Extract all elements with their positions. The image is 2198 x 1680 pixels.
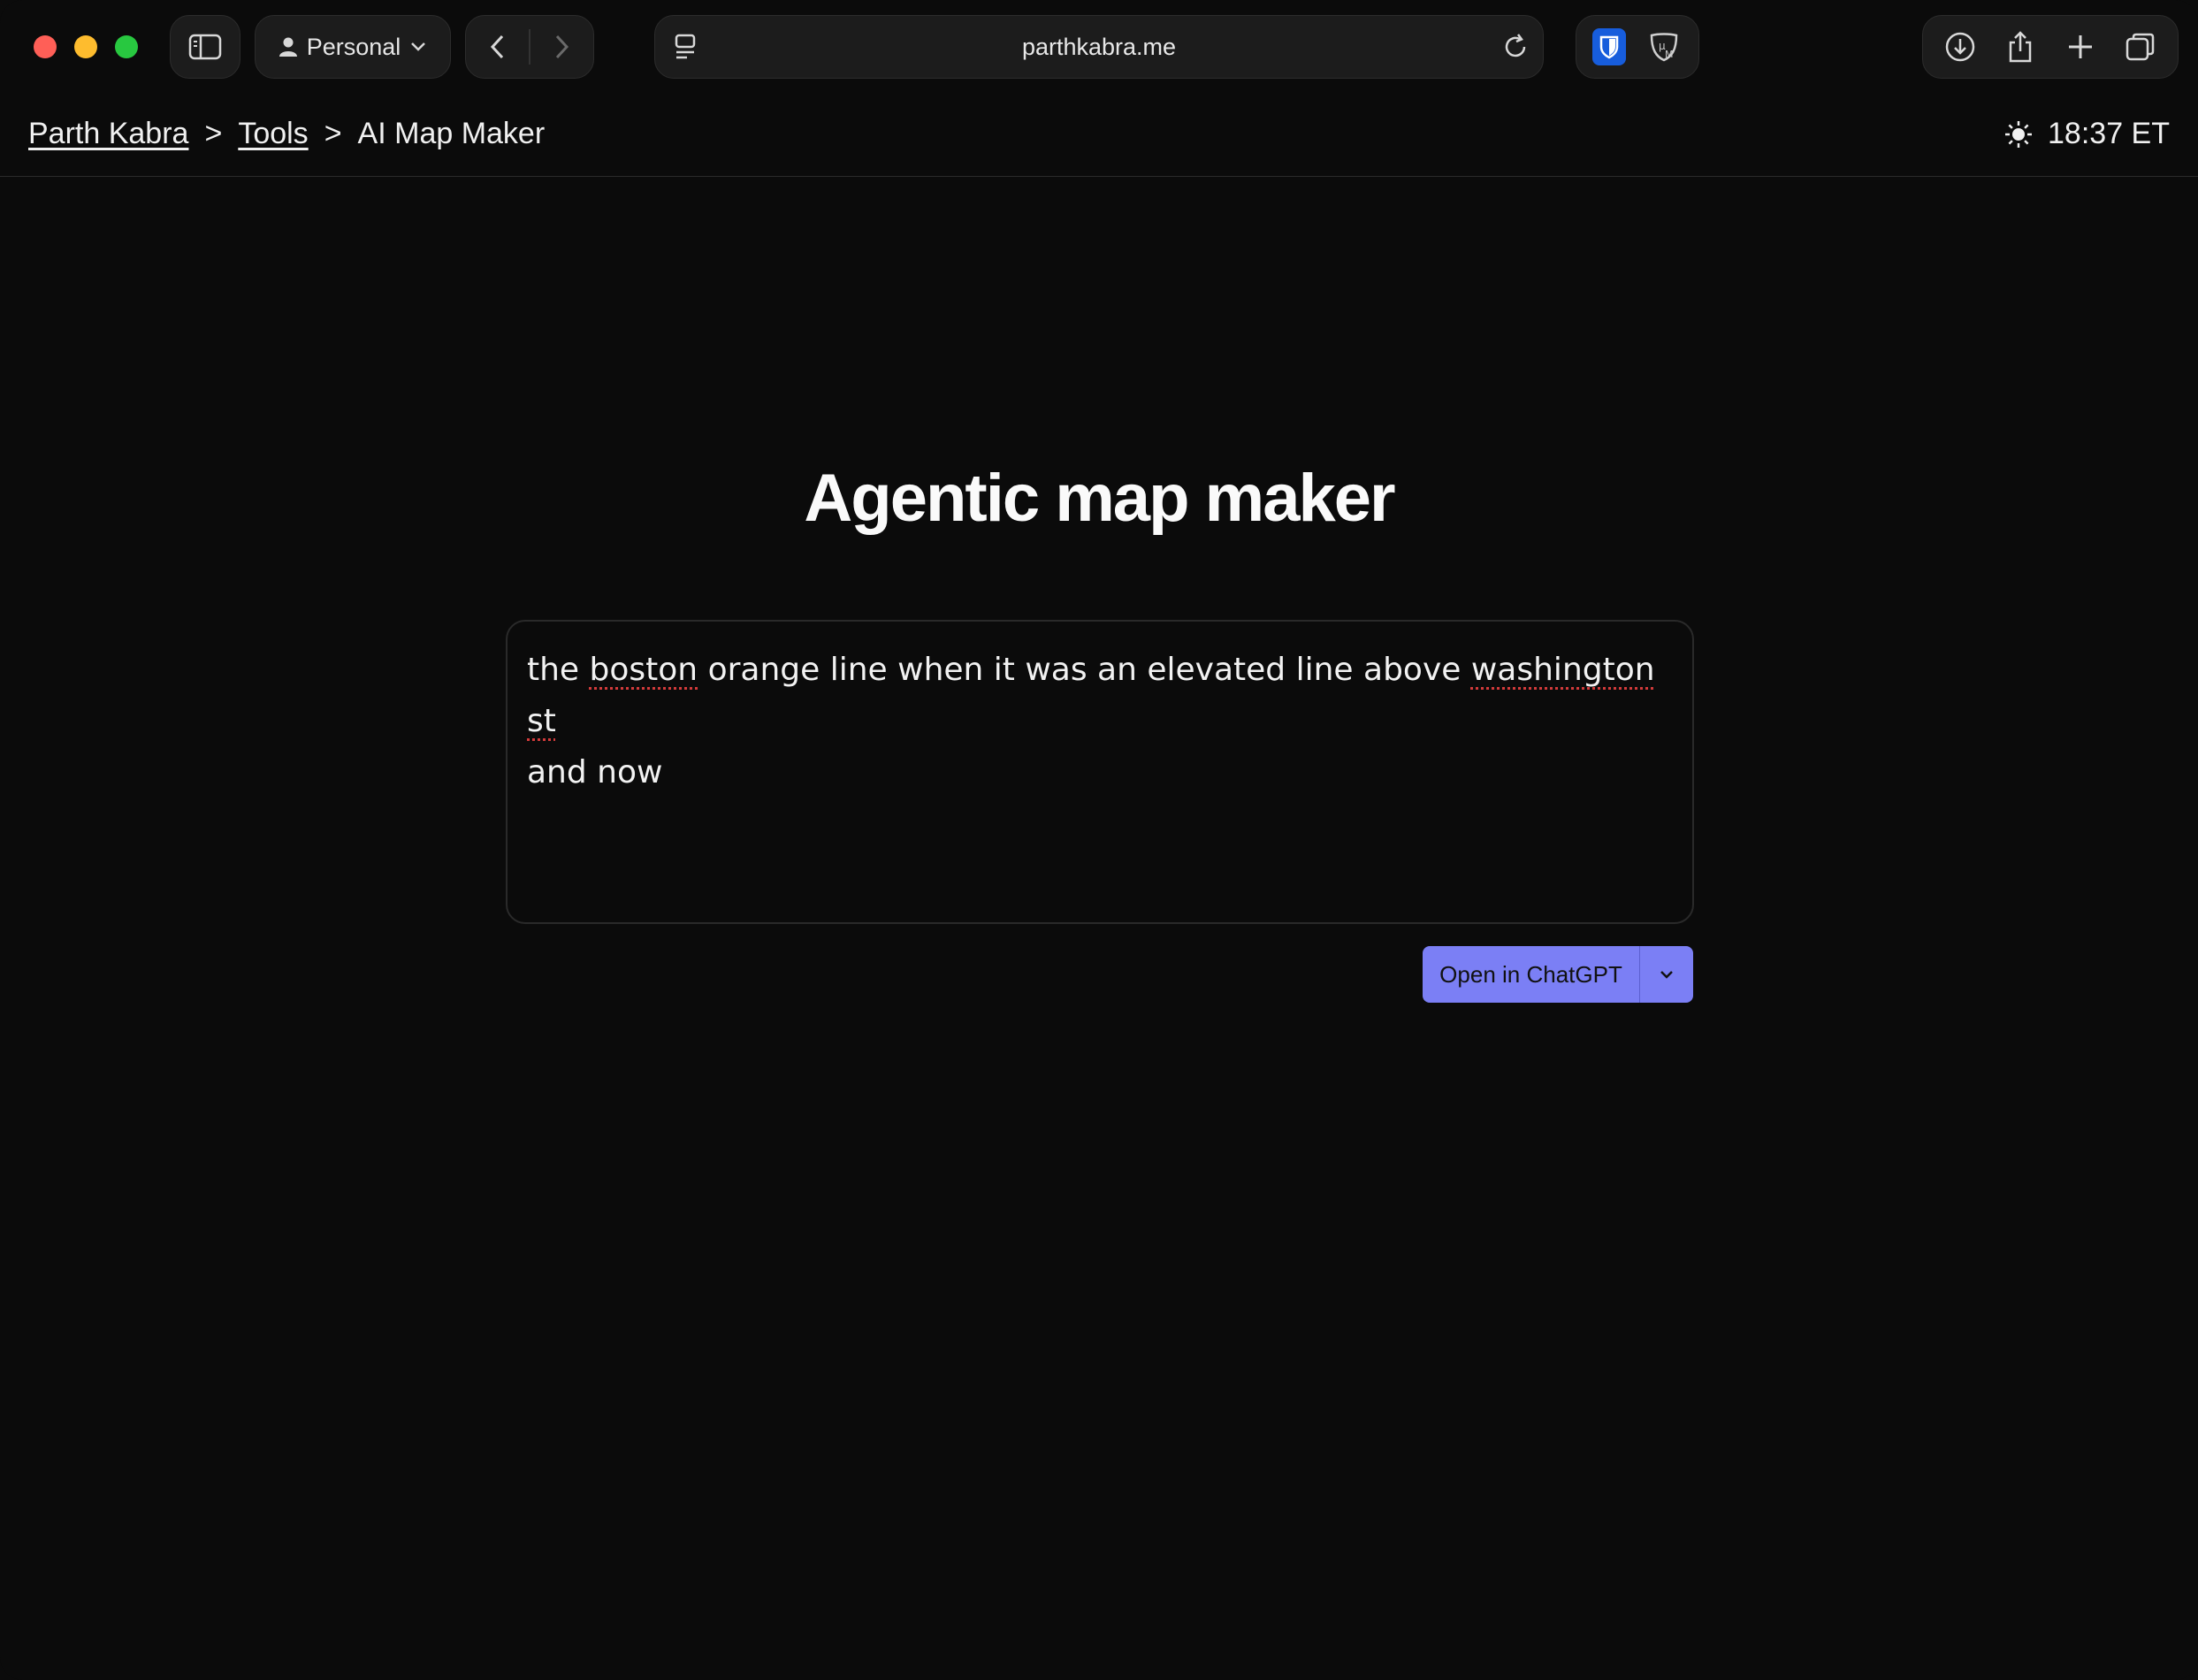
prompt-line-2: and now xyxy=(527,754,663,790)
profile-switcher[interactable]: Personal xyxy=(255,15,451,79)
breadcrumb: Parth Kabra > Tools > AI Map Maker xyxy=(28,117,545,151)
browser-toolbar: Personal parthkabra.me μ M xyxy=(0,0,2198,92)
download-icon xyxy=(1945,32,1975,62)
ublock-shield-icon: μ M xyxy=(1650,33,1678,62)
prompt-text: the boston orange line when it was an el… xyxy=(527,645,1673,798)
svg-text:M: M xyxy=(1665,49,1674,60)
breadcrumb-separator: > xyxy=(204,117,223,150)
maximize-window-button[interactable] xyxy=(115,35,138,58)
clock-time: 18:37 ET xyxy=(2048,117,2170,150)
prompt-word: orange line when it was an elevated line… xyxy=(698,652,1471,688)
page-title: Agentic map maker xyxy=(804,461,1395,536)
shield-icon xyxy=(1599,35,1619,59)
prompt-word: the xyxy=(527,652,590,688)
plus-icon xyxy=(2069,35,2092,58)
minimize-window-button[interactable] xyxy=(74,35,97,58)
chevron-right-icon xyxy=(556,34,569,59)
breadcrumb-current: AI Map Maker xyxy=(357,117,546,150)
breadcrumb-separator: > xyxy=(324,117,342,150)
prompt-textarea[interactable]: the boston orange line when it was an el… xyxy=(506,620,1694,924)
chevron-down-icon xyxy=(1660,971,1673,979)
open-in-chatgpt-split-button: Open in ChatGPT xyxy=(1423,946,1693,1003)
share-icon xyxy=(2009,31,2032,63)
address-text: parthkabra.me xyxy=(1021,33,1177,60)
new-tab-button[interactable] xyxy=(2054,20,2107,73)
chevron-down-icon xyxy=(411,42,426,51)
page-menu-icon xyxy=(675,34,696,59)
browser-window: Personal parthkabra.me μ M Parth Kabra >… xyxy=(0,0,2198,1680)
breadcrumb-tools-link[interactable]: Tools xyxy=(238,117,308,151)
breadcrumb-home-link[interactable]: Parth Kabra xyxy=(28,117,188,151)
toolbar-actions xyxy=(1922,15,2179,79)
sidebar-icon xyxy=(188,34,222,60)
profile-label: Personal xyxy=(306,33,401,60)
sidebar-toggle-button[interactable] xyxy=(170,15,240,79)
prompt-word xyxy=(1655,652,1665,688)
clock-widget: 18:37 ET xyxy=(2003,117,2170,151)
forward-button[interactable] xyxy=(530,15,593,79)
page-header: Parth Kabra > Tools > AI Map Maker 18:37… xyxy=(0,92,2198,177)
navigation-buttons xyxy=(465,15,594,79)
tab-overview-button[interactable] xyxy=(2114,20,2167,73)
sun-icon[interactable] xyxy=(2003,119,2034,149)
share-button[interactable] xyxy=(1994,20,2047,73)
downloads-button[interactable] xyxy=(1934,20,1987,73)
extensions-group: μ M xyxy=(1576,15,1699,79)
open-in-chatgpt-button[interactable]: Open in ChatGPT xyxy=(1423,946,1640,1003)
close-window-button[interactable] xyxy=(34,35,57,58)
misspelled-word: st xyxy=(527,703,556,739)
chevron-left-icon xyxy=(490,34,503,59)
action-menu-button[interactable] xyxy=(1640,946,1693,1003)
ublock-extension-button[interactable]: μ M xyxy=(1645,28,1683,65)
bitwarden-extension-button[interactable] xyxy=(1592,28,1626,65)
tabs-icon xyxy=(2125,33,2155,61)
person-icon xyxy=(279,37,297,57)
address-bar[interactable]: parthkabra.me xyxy=(654,15,1544,79)
reload-icon[interactable] xyxy=(1500,32,1530,62)
misspelled-word: washington xyxy=(1470,652,1655,688)
back-button[interactable] xyxy=(466,15,529,79)
misspelled-word: boston xyxy=(589,652,698,688)
